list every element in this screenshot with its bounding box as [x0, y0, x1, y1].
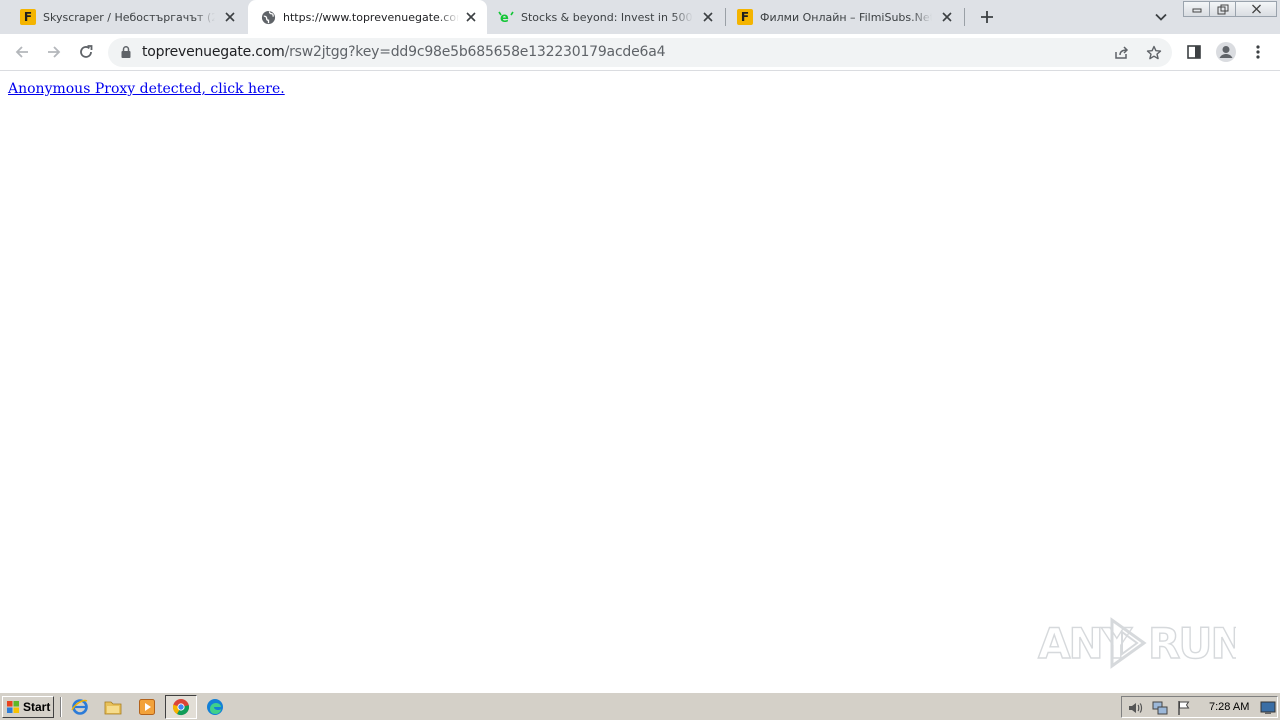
svg-text:e: e — [500, 11, 509, 25]
reload-icon — [80, 45, 93, 58]
share-button[interactable] — [1111, 43, 1131, 63]
lock-icon[interactable] — [119, 45, 133, 59]
url-text[interactable]: toprevenuegate.com/rsw2jtgg?key=dd9c98e5… — [142, 38, 666, 67]
tab-filmisubs[interactable]: F Филми Онлайн – FilmiSubs.Net — [726, 0, 964, 34]
share-icon — [1115, 46, 1129, 59]
tab-skyscraper[interactable]: F Skyscraper / Небостъргачът (2018 — [0, 0, 247, 34]
tab-title: https://www.toprevenuegate.com/rsw2jtgg — [283, 10, 459, 24]
volume-icon[interactable] — [1127, 700, 1143, 716]
address-bar[interactable]: toprevenuegate.com/rsw2jtgg?key=dd9c98e5… — [108, 38, 1172, 67]
minimize-button[interactable] — [1183, 1, 1210, 17]
profile-button[interactable] — [1212, 38, 1240, 66]
page-content: Anonymous Proxy detected, click here. AN… — [0, 72, 1280, 692]
tab-title: Skyscraper / Небостъргачът (2018 — [43, 10, 215, 24]
arrow-left-icon — [15, 46, 28, 58]
reload-button[interactable] — [72, 38, 100, 66]
chrome-icon[interactable] — [171, 697, 191, 717]
browser-toolbar: toprevenuegate.com/rsw2jtgg?key=dd9c98e5… — [0, 34, 1280, 71]
forward-button[interactable] — [40, 38, 68, 66]
tab-strip: F Skyscraper / Небостъргачът (2018 https… — [0, 0, 1280, 34]
anyrun-watermark: ANY RUN — [1037, 617, 1236, 669]
more-vert-icon — [1256, 45, 1260, 59]
star-icon — [1146, 45, 1162, 60]
back-button[interactable] — [8, 38, 36, 66]
tab-etoro[interactable]: e Stocks & beyond: Invest in 5000+ asset… — [488, 0, 725, 34]
tab-toprevenuegate[interactable]: https://www.toprevenuegate.com/rsw2jtgg — [248, 0, 487, 34]
menu-button[interactable] — [1244, 38, 1272, 66]
restore-icon — [1217, 4, 1228, 14]
windows-taskbar: Start 7:28 AM — [0, 692, 1280, 720]
tab-title: Филми Онлайн – FilmiSubs.Net — [760, 10, 932, 24]
restore-button[interactable] — [1210, 1, 1236, 17]
flag-icon[interactable] — [1176, 700, 1192, 716]
system-tray: 7:28 AM — [1121, 696, 1278, 718]
tab-separator — [964, 8, 965, 26]
close-window-button[interactable] — [1236, 1, 1277, 17]
avatar-icon — [1216, 42, 1236, 62]
taskbar-separator — [60, 697, 62, 717]
network-icon[interactable] — [1152, 700, 1168, 716]
chevron-down-icon — [1155, 13, 1167, 21]
edge-icon[interactable] — [205, 697, 225, 717]
windows-logo-icon — [7, 701, 19, 713]
show-desktop-icon[interactable] — [1260, 700, 1276, 716]
window-controls — [1183, 1, 1277, 17]
internet-explorer-icon[interactable] — [70, 697, 90, 717]
media-player-icon[interactable] — [137, 697, 157, 717]
tab-search-button[interactable] — [1150, 6, 1172, 28]
close-icon[interactable] — [222, 9, 238, 25]
arrow-right-icon — [48, 46, 61, 58]
new-tab-button[interactable] — [975, 5, 999, 29]
watermark-text-right: RUN — [1148, 619, 1236, 668]
filmisubs-f-icon: F — [20, 9, 36, 25]
proxy-detected-link[interactable]: Anonymous Proxy detected, click here. — [8, 81, 285, 97]
close-icon[interactable] — [700, 9, 716, 25]
close-icon[interactable] — [463, 9, 479, 25]
plus-icon — [981, 11, 993, 23]
url-host: toprevenuegate.com — [142, 44, 285, 60]
taskbar-clock[interactable]: 7:28 AM — [1209, 697, 1249, 717]
start-button[interactable]: Start — [2, 696, 54, 718]
side-panel-button[interactable] — [1180, 38, 1208, 66]
tab-title: Stocks & beyond: Invest in 5000+ assets — [521, 10, 693, 24]
side-panel-icon — [1187, 45, 1201, 59]
file-explorer-icon[interactable] — [103, 697, 123, 717]
globe-icon — [260, 9, 276, 25]
bookmark-button[interactable] — [1144, 43, 1164, 63]
start-label: Start — [23, 700, 51, 714]
close-icon — [1251, 4, 1261, 14]
minimize-icon — [1192, 8, 1201, 13]
etoro-icon: e — [498, 9, 514, 25]
url-path: /rsw2jtgg?key=dd9c98e5b685658e132230179a… — [284, 44, 666, 60]
close-icon[interactable] — [939, 9, 955, 25]
filmisubs-f-icon: F — [737, 9, 753, 25]
